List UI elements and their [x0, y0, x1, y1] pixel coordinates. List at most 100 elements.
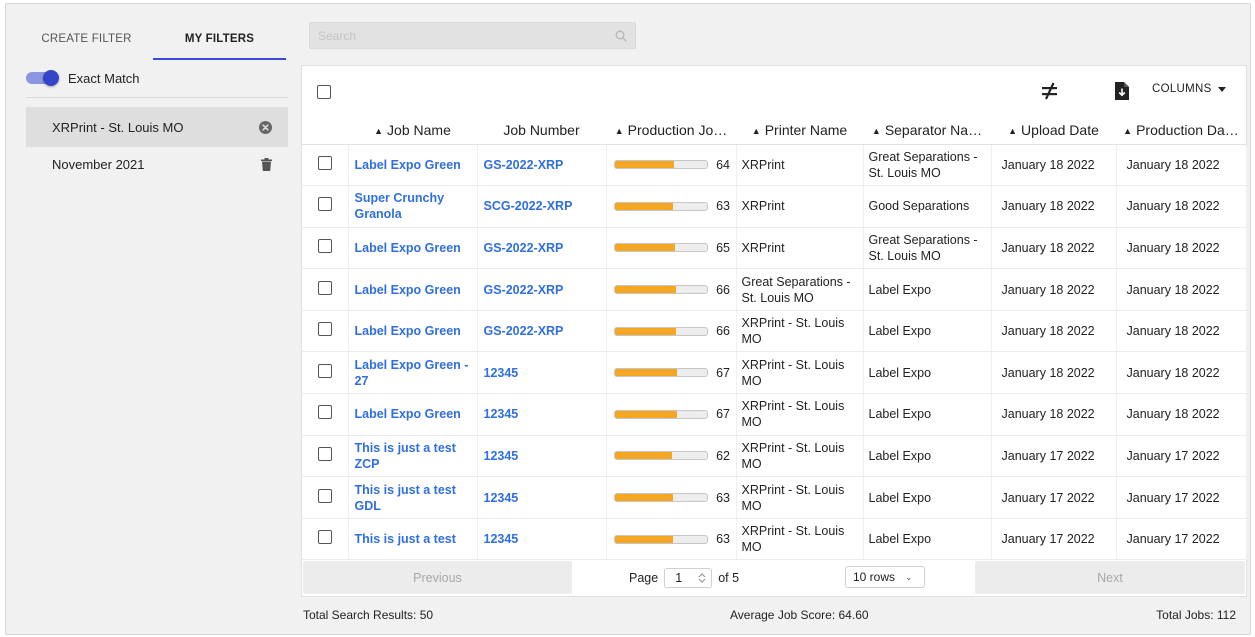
header-job-name[interactable]: ▲︎ Job Name [348, 116, 477, 145]
file-download-icon[interactable] [1114, 81, 1130, 101]
printer-name-cell: XRPrint - St. Louis MO [736, 351, 864, 395]
job-name-link[interactable]: Label Expo Green [355, 283, 461, 297]
header-production-date[interactable]: ▲︎ Production Da… [1116, 116, 1246, 145]
separator-name-cell: Label Expo [863, 268, 992, 311]
score-progress: 63 [611, 531, 732, 547]
table-row[interactable]: Label Expo Green - 27 12345 67 XRPrint - St… [302, 351, 1247, 395]
job-name-link[interactable]: Label Expo Green - 27 [355, 358, 469, 388]
saved-filter-label: XRPrint - St. Louis MO [52, 119, 184, 135]
job-name-link[interactable]: Label Expo Green [355, 324, 461, 338]
job-number-link[interactable]: 12345 [484, 407, 519, 421]
row-checkbox[interactable] [317, 238, 332, 253]
separator-name-cell: Label Expo [863, 435, 992, 478]
printer-name-cell: XRPrint - St. Louis MO [736, 476, 864, 519]
header-separator-name[interactable]: ▲︎ Separator Na… [863, 116, 991, 145]
row-checkbox[interactable] [317, 322, 332, 337]
row-checkbox[interactable] [317, 155, 332, 170]
row-checkbox[interactable] [317, 280, 332, 295]
row-checkbox[interactable] [317, 197, 332, 212]
page-number-input[interactable]: 1 [664, 568, 713, 588]
table-row[interactable]: Label Expo Green GS-2022-XRP 66 XRPrint - S… [302, 310, 1247, 353]
progress-bar [613, 493, 709, 503]
row-checkbox[interactable] [317, 530, 332, 545]
search-icon[interactable] [615, 30, 627, 42]
trash-icon[interactable] [261, 157, 272, 171]
rows-per-page-select[interactable]: 10 rows ⌄ [845, 566, 925, 588]
saved-filter-xrprint[interactable]: XRPrint - St. Louis MO [26, 107, 288, 147]
production-date-cell: January 18 2022 [1116, 393, 1247, 436]
total-search-results: Total Search Results: 50 [303, 608, 434, 622]
saved-filter-november[interactable]: November 2021 [26, 144, 288, 184]
job-name-link[interactable]: Super Crunchy Granola [355, 191, 445, 221]
score-progress: 64 [611, 157, 732, 173]
close-circle-icon[interactable] [259, 120, 272, 134]
header-job-number[interactable]: Job Number [477, 116, 606, 145]
page-label: Page [629, 571, 659, 585]
pagination: Previous Page 1 of 5 10 rows ⌄ Next [302, 560, 1246, 596]
job-number-link[interactable]: GS-2022-XRP [484, 283, 564, 297]
job-name-link[interactable]: This is just a test ZCP [355, 441, 456, 471]
table-row[interactable]: This is just a test ZCP 12345 62 XRPrint - … [302, 435, 1247, 478]
table-row[interactable]: This is just a test GDL 12345 63 XRPrint - … [302, 476, 1247, 519]
job-number-cell: GS-2022-XRP [477, 310, 607, 353]
search-input[interactable] [318, 28, 615, 43]
job-name-link[interactable]: Label Expo Green [355, 241, 461, 255]
upload-date-cell: January 17 2022 [991, 435, 1117, 478]
table-row[interactable]: Label Expo Green GS-2022-XRP 64 XRPrint Grea… [302, 144, 1247, 187]
job-name-cell: Label Expo Green [348, 310, 478, 353]
sort-icon: ▲︎ [614, 125, 624, 136]
score-progress: 62 [611, 448, 732, 464]
table-row[interactable]: Label Expo Green GS-2022-XRP 65 XRPrint Grea… [302, 227, 1247, 270]
score-value: 67 [716, 365, 730, 380]
row-checkbox[interactable] [317, 405, 332, 420]
job-number-link[interactable]: GS-2022-XRP [484, 241, 564, 255]
job-name-link[interactable]: This is just a test GDL [355, 483, 456, 513]
table-row[interactable]: This is just a test 12345 63 XRPrint - St. … [302, 518, 1247, 561]
row-checkbox[interactable] [317, 446, 332, 461]
jobs-table-card: COLUMNS ▲︎ Job Name Job Number ▲︎ Producti… [301, 65, 1247, 597]
tab-my-filters[interactable]: MY FILTERS [153, 26, 286, 60]
job-number-link[interactable]: 12345 [484, 532, 519, 546]
table-row[interactable]: Super Crunchy Granola SCG-2022-XRP 63 XRPri… [302, 185, 1247, 228]
app-frame: CREATE FILTER MY FILTERS Exact Match XRP… [5, 3, 1251, 635]
upload-date-cell: January 18 2022 [991, 185, 1117, 228]
header-upload-date[interactable]: ▲︎ Upload Date [991, 116, 1116, 145]
table-row[interactable]: Label Expo Green GS-2022-XRP 66 Great Separ… [302, 268, 1247, 311]
job-number-link[interactable]: 12345 [484, 366, 519, 380]
score-value: 62 [716, 448, 730, 463]
next-button[interactable]: Next [975, 561, 1245, 594]
progress-bar [613, 368, 709, 378]
header-production-job-score[interactable]: ▲︎ Production Jo… [606, 116, 736, 145]
separator-name-cell: Label Expo [863, 476, 992, 519]
previous-button[interactable]: Previous [303, 561, 572, 594]
row-checkbox[interactable] [317, 363, 332, 378]
select-all-checkbox[interactable] [317, 85, 331, 99]
score-value: 63 [716, 199, 730, 214]
job-number-cell: 12345 [477, 476, 607, 519]
job-number-link[interactable]: GS-2022-XRP [484, 324, 564, 338]
job-name-link[interactable]: This is just a test [355, 532, 456, 546]
score-progress: 65 [611, 240, 732, 256]
job-number-link[interactable]: GS-2022-XRP [484, 158, 564, 172]
row-checkbox[interactable] [317, 488, 332, 503]
tab-create-filter[interactable]: CREATE FILTER [20, 26, 153, 60]
job-name-cell: Label Expo Green [348, 144, 478, 187]
job-number-link[interactable]: 12345 [484, 449, 519, 463]
production-date-cell: January 18 2022 [1116, 351, 1247, 395]
table-header-row: ▲︎ Job Name Job Number ▲︎ Production Jo… ▲… [302, 116, 1246, 145]
job-number-link[interactable]: 12345 [484, 491, 519, 505]
search-bar [309, 22, 636, 49]
production-date-cell: January 18 2022 [1116, 144, 1247, 187]
header-printer-name[interactable]: ▲︎ Printer Name [736, 116, 863, 145]
columns-button[interactable]: COLUMNS [1152, 83, 1226, 95]
table-row[interactable]: Label Expo Green 12345 67 XRPrint - St. Lou… [302, 393, 1247, 436]
exact-match-toggle[interactable] [26, 70, 60, 86]
job-name-link[interactable]: Label Expo Green [355, 407, 461, 421]
job-number-cell: 12345 [477, 351, 607, 395]
production-date-cell: January 18 2022 [1116, 310, 1247, 353]
production-date-cell: January 17 2022 [1116, 476, 1247, 519]
not-equal-icon[interactable] [1040, 80, 1060, 102]
printer-name-cell: XRPrint - St. Louis MO [736, 393, 864, 436]
job-name-link[interactable]: Label Expo Green [355, 158, 461, 172]
job-number-link[interactable]: SCG-2022-XRP [484, 199, 573, 213]
